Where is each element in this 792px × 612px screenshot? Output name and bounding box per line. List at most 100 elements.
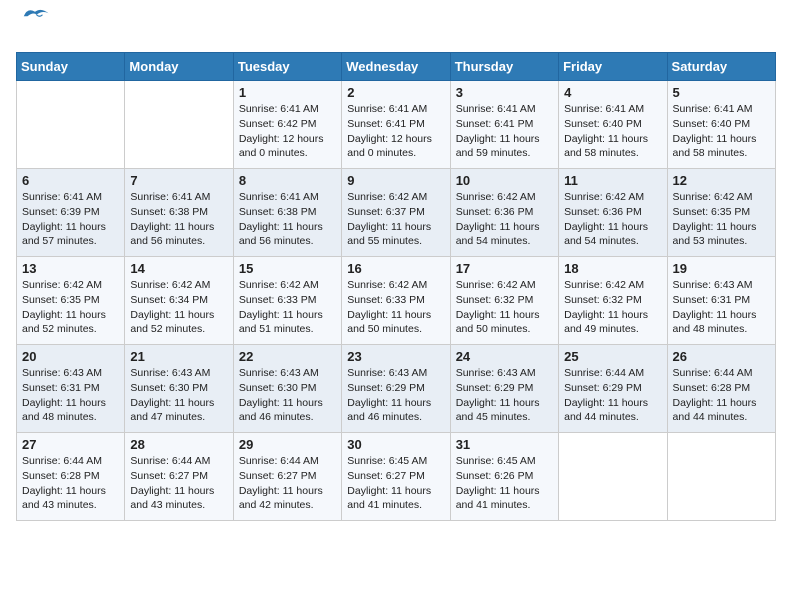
calendar-cell: 19 Sunrise: 6:43 AMSunset: 6:31 PMDayligh… — [667, 257, 775, 345]
day-number: 28 — [130, 437, 227, 452]
calendar-cell — [125, 81, 233, 169]
day-number: 24 — [456, 349, 553, 364]
cell-content: Sunrise: 6:43 AMSunset: 6:31 PMDaylight:… — [22, 366, 119, 425]
day-number: 7 — [130, 173, 227, 188]
cell-content: Sunrise: 6:42 AMSunset: 6:35 PMDaylight:… — [673, 190, 770, 249]
cell-content: Sunrise: 6:41 AMSunset: 6:40 PMDaylight:… — [564, 102, 661, 161]
calendar-cell: 21 Sunrise: 6:43 AMSunset: 6:30 PMDayligh… — [125, 345, 233, 433]
cell-content: Sunrise: 6:42 AMSunset: 6:33 PMDaylight:… — [239, 278, 336, 337]
calendar-cell: 5Sunrise: 6:41 AMSunset: 6:40 PMDaylight… — [667, 81, 775, 169]
day-number: 8 — [239, 173, 336, 188]
calendar-week-row: 6 Sunrise: 6:41 AMSunset: 6:39 PMDaylight… — [17, 169, 776, 257]
day-header-saturday: Saturday — [667, 53, 775, 81]
calendar-cell: 23 Sunrise: 6:43 AMSunset: 6:29 PMDayligh… — [342, 345, 450, 433]
day-number: 4 — [564, 85, 661, 100]
cell-content: Sunrise: 6:43 AMSunset: 6:29 PMDaylight:… — [347, 366, 444, 425]
cell-content: Sunrise: 6:44 AMSunset: 6:27 PMDaylight:… — [130, 454, 227, 513]
calendar-cell: 18 Sunrise: 6:42 AMSunset: 6:32 PMDayligh… — [559, 257, 667, 345]
calendar-cell: 13 Sunrise: 6:42 AMSunset: 6:35 PMDayligh… — [17, 257, 125, 345]
day-number: 12 — [673, 173, 770, 188]
day-number: 2 — [347, 85, 444, 100]
calendar-cell: 22Sunrise: 6:43 AMSunset: 6:30 PMDayligh… — [233, 345, 341, 433]
calendar-week-row: 27 Sunrise: 6:44 AMSunset: 6:28 PMDayligh… — [17, 433, 776, 521]
calendar-cell: 9Sunrise: 6:42 AMSunset: 6:37 PMDaylight… — [342, 169, 450, 257]
cell-content: Sunrise: 6:42 AMSunset: 6:32 PMDaylight:… — [564, 278, 661, 337]
calendar-cell: 3 Sunrise: 6:41 AMSunset: 6:41 PMDaylight… — [450, 81, 558, 169]
cell-content: Sunrise: 6:43 AMSunset: 6:30 PMDaylight:… — [239, 366, 336, 425]
day-header-wednesday: Wednesday — [342, 53, 450, 81]
calendar-header-row: SundayMondayTuesdayWednesdayThursdayFrid… — [17, 53, 776, 81]
calendar-cell: 12 Sunrise: 6:42 AMSunset: 6:35 PMDayligh… — [667, 169, 775, 257]
logo-bird-icon — [20, 4, 50, 24]
day-number: 3 — [456, 85, 553, 100]
day-number: 6 — [22, 173, 119, 188]
day-number: 31 — [456, 437, 553, 452]
day-number: 18 — [564, 261, 661, 276]
day-number: 25 — [564, 349, 661, 364]
day-number: 11 — [564, 173, 661, 188]
cell-content: Sunrise: 6:42 AMSunset: 6:35 PMDaylight:… — [22, 278, 119, 337]
calendar-cell: 6 Sunrise: 6:41 AMSunset: 6:39 PMDaylight… — [17, 169, 125, 257]
cell-content: Sunrise: 6:45 AMSunset: 6:27 PMDaylight:… — [347, 454, 444, 513]
calendar-cell: 31 Sunrise: 6:45 AMSunset: 6:26 PMDayligh… — [450, 433, 558, 521]
day-number: 21 — [130, 349, 227, 364]
day-number: 10 — [456, 173, 553, 188]
day-number: 17 — [456, 261, 553, 276]
calendar-cell — [17, 81, 125, 169]
calendar-cell: 10Sunrise: 6:42 AMSunset: 6:36 PMDayligh… — [450, 169, 558, 257]
cell-content: Sunrise: 6:45 AMSunset: 6:26 PMDaylight:… — [456, 454, 553, 513]
cell-content: Sunrise: 6:41 AMSunset: 6:38 PMDaylight:… — [239, 190, 336, 249]
calendar-cell: 2Sunrise: 6:41 AMSunset: 6:41 PMDaylight… — [342, 81, 450, 169]
calendar-week-row: 20 Sunrise: 6:43 AMSunset: 6:31 PMDayligh… — [17, 345, 776, 433]
calendar-cell: 30 Sunrise: 6:45 AMSunset: 6:27 PMDayligh… — [342, 433, 450, 521]
day-number: 29 — [239, 437, 336, 452]
calendar-cell: 11 Sunrise: 6:42 AMSunset: 6:36 PMDayligh… — [559, 169, 667, 257]
day-number: 30 — [347, 437, 444, 452]
cell-content: Sunrise: 6:44 AMSunset: 6:28 PMDaylight:… — [673, 366, 770, 425]
cell-content: Sunrise: 6:42 AMSunset: 6:33 PMDaylight:… — [347, 278, 444, 337]
cell-content: Sunrise: 6:42 AMSunset: 6:32 PMDaylight:… — [456, 278, 553, 337]
day-number: 19 — [673, 261, 770, 276]
calendar-cell: 15 Sunrise: 6:42 AMSunset: 6:33 PMDayligh… — [233, 257, 341, 345]
cell-content: Sunrise: 6:43 AMSunset: 6:29 PMDaylight:… — [456, 366, 553, 425]
cell-content: Sunrise: 6:41 AMSunset: 6:39 PMDaylight:… — [22, 190, 119, 249]
cell-content: Sunrise: 6:41 AMSunset: 6:38 PMDaylight:… — [130, 190, 227, 249]
day-number: 15 — [239, 261, 336, 276]
day-header-tuesday: Tuesday — [233, 53, 341, 81]
cell-content: Sunrise: 6:43 AMSunset: 6:30 PMDaylight:… — [130, 366, 227, 425]
day-number: 5 — [673, 85, 770, 100]
cell-content: Sunrise: 6:42 AMSunset: 6:36 PMDaylight:… — [564, 190, 661, 249]
calendar-cell: 14 Sunrise: 6:42 AMSunset: 6:34 PMDayligh… — [125, 257, 233, 345]
day-number: 9 — [347, 173, 444, 188]
day-header-sunday: Sunday — [17, 53, 125, 81]
calendar-cell: 29 Sunrise: 6:44 AMSunset: 6:27 PMDayligh… — [233, 433, 341, 521]
cell-content: Sunrise: 6:42 AMSunset: 6:34 PMDaylight:… — [130, 278, 227, 337]
calendar-cell: 4 Sunrise: 6:41 AMSunset: 6:40 PMDaylight… — [559, 81, 667, 169]
calendar-cell — [667, 433, 775, 521]
cell-content: Sunrise: 6:41 AMSunset: 6:42 PMDaylight:… — [239, 102, 336, 161]
calendar-cell — [559, 433, 667, 521]
cell-content: Sunrise: 6:41 AMSunset: 6:41 PMDaylight:… — [456, 102, 553, 161]
calendar-cell: 1 Sunrise: 6:41 AMSunset: 6:42 PMDaylight… — [233, 81, 341, 169]
calendar-week-row: 1 Sunrise: 6:41 AMSunset: 6:42 PMDaylight… — [17, 81, 776, 169]
day-number: 1 — [239, 85, 336, 100]
day-number: 26 — [673, 349, 770, 364]
calendar-table: SundayMondayTuesdayWednesdayThursdayFrid… — [16, 52, 776, 521]
day-number: 27 — [22, 437, 119, 452]
day-number: 20 — [22, 349, 119, 364]
day-header-friday: Friday — [559, 53, 667, 81]
calendar-cell: 7 Sunrise: 6:41 AMSunset: 6:38 PMDaylight… — [125, 169, 233, 257]
day-number: 14 — [130, 261, 227, 276]
calendar-cell: 8 Sunrise: 6:41 AMSunset: 6:38 PMDaylight… — [233, 169, 341, 257]
cell-content: Sunrise: 6:44 AMSunset: 6:28 PMDaylight:… — [22, 454, 119, 513]
calendar-week-row: 13 Sunrise: 6:42 AMSunset: 6:35 PMDayligh… — [17, 257, 776, 345]
cell-content: Sunrise: 6:43 AMSunset: 6:31 PMDaylight:… — [673, 278, 770, 337]
day-header-thursday: Thursday — [450, 53, 558, 81]
calendar-cell: 26 Sunrise: 6:44 AMSunset: 6:28 PMDayligh… — [667, 345, 775, 433]
day-header-monday: Monday — [125, 53, 233, 81]
day-number: 13 — [22, 261, 119, 276]
cell-content: Sunrise: 6:44 AMSunset: 6:27 PMDaylight:… — [239, 454, 336, 513]
page-header — [16, 16, 776, 40]
day-number: 23 — [347, 349, 444, 364]
calendar-cell: 28 Sunrise: 6:44 AMSunset: 6:27 PMDayligh… — [125, 433, 233, 521]
